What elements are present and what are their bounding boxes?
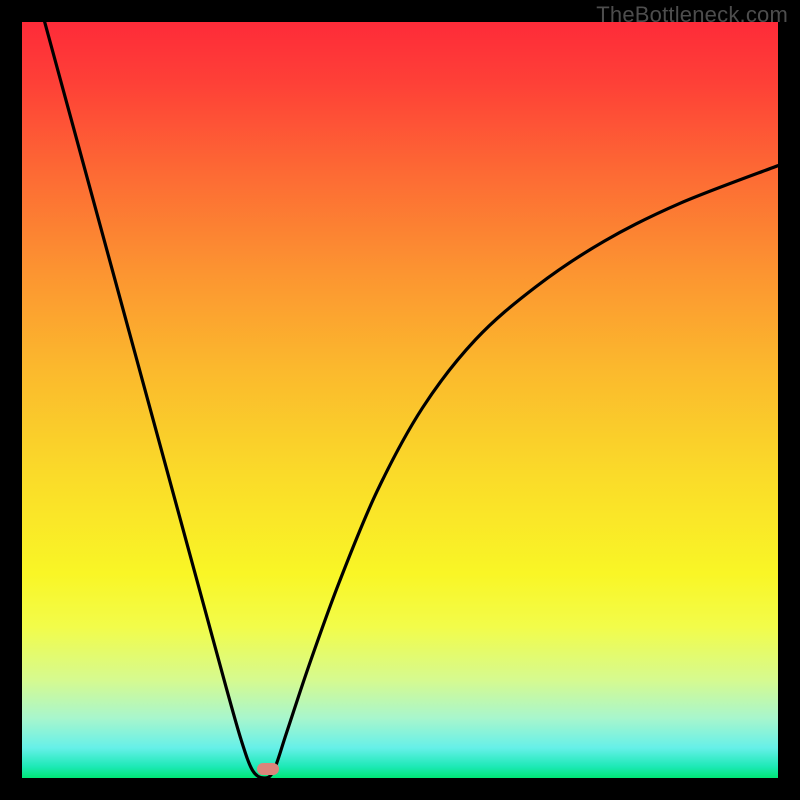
- curve-svg: [22, 22, 778, 778]
- vertex-marker: [257, 763, 279, 775]
- chart-container: TheBottleneck.com: [0, 0, 800, 800]
- plot-area: [22, 22, 778, 778]
- bottleneck-curve: [45, 22, 778, 778]
- watermark-text: TheBottleneck.com: [596, 2, 788, 28]
